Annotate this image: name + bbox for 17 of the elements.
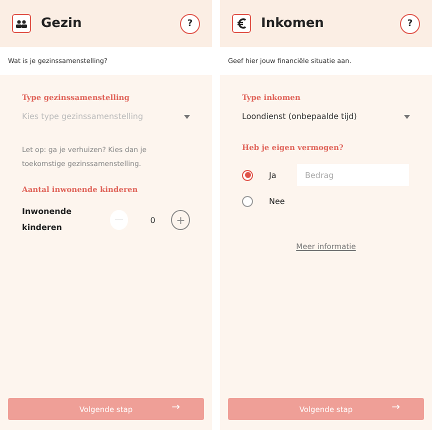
screen-title: Inkomen: [261, 16, 325, 31]
radio-button[interactable]: [242, 170, 253, 180]
radio-button[interactable]: [242, 196, 253, 206]
counter-value: 0: [150, 216, 156, 224]
screen-title: Gezin: [41, 16, 83, 31]
help-button[interactable]: ?: [400, 14, 420, 34]
help-button[interactable]: ?: [180, 14, 200, 34]
radio-label: Ja: [269, 170, 278, 180]
euro-icon: [232, 14, 251, 33]
caret-icon: [404, 114, 410, 118]
amount-field[interactable]: Bedrag: [297, 164, 409, 186]
select-field[interactable]: Loondienst (onbepaalde tijd): [242, 112, 410, 127]
caret-icon: [184, 114, 190, 118]
radio-label: Nee: [269, 196, 286, 206]
people-icon: [12, 14, 31, 33]
plus-button[interactable]: +: [171, 210, 190, 230]
counter-label: Inwonende kinderen: [22, 206, 73, 234]
